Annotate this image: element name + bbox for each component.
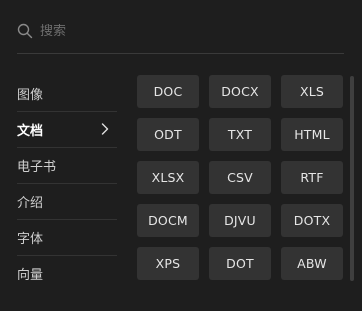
sidebar-item-label: 文档 <box>17 123 44 139</box>
sidebar-item-images[interactable]: 图像 <box>17 75 117 111</box>
sidebar-item-label: 电子书 <box>17 159 57 175</box>
format-button-docx[interactable]: DOCX <box>209 75 271 108</box>
category-sidebar: 图像 文档 电子书 介绍 字体 向量 <box>17 75 117 291</box>
sidebar-item-label: 介绍 <box>17 195 44 211</box>
format-button-doc[interactable]: DOC <box>137 75 199 108</box>
format-button-xps[interactable]: XPS <box>137 247 199 280</box>
format-grid: DOC DOCX XLS ODT TXT HTML XLSX CSV RTF D… <box>137 75 343 280</box>
format-grid-scrollbar[interactable] <box>350 76 354 281</box>
sidebar-item-label: 向量 <box>17 267 44 283</box>
format-button-dot[interactable]: DOT <box>209 247 271 280</box>
format-button-xls[interactable]: XLS <box>281 75 343 108</box>
chevron-right-icon <box>101 123 109 135</box>
search-bar[interactable] <box>17 22 344 40</box>
sidebar-item-presentations[interactable]: 介绍 <box>17 183 117 219</box>
sidebar-item-ebooks[interactable]: 电子书 <box>17 147 117 183</box>
format-button-html[interactable]: HTML <box>281 118 343 151</box>
sidebar-item-fonts[interactable]: 字体 <box>17 219 117 255</box>
format-button-rtf[interactable]: RTF <box>281 161 343 194</box>
search-icon <box>17 23 33 39</box>
format-button-txt[interactable]: TXT <box>209 118 271 151</box>
format-button-djvu[interactable]: DJVU <box>209 204 271 237</box>
sidebar-item-vectors[interactable]: 向量 <box>17 255 117 291</box>
sidebar-item-documents[interactable]: 文档 <box>17 111 117 147</box>
format-button-odt[interactable]: ODT <box>137 118 199 151</box>
format-button-dotx[interactable]: DOTX <box>281 204 343 237</box>
search-input[interactable] <box>40 23 300 39</box>
sidebar-item-label: 字体 <box>17 231 44 247</box>
format-button-docm[interactable]: DOCM <box>137 204 199 237</box>
format-button-csv[interactable]: CSV <box>209 161 271 194</box>
format-button-xlsx[interactable]: XLSX <box>137 161 199 194</box>
sidebar-item-label: 图像 <box>17 87 44 103</box>
format-button-abw[interactable]: ABW <box>281 247 343 280</box>
search-divider <box>17 53 344 54</box>
